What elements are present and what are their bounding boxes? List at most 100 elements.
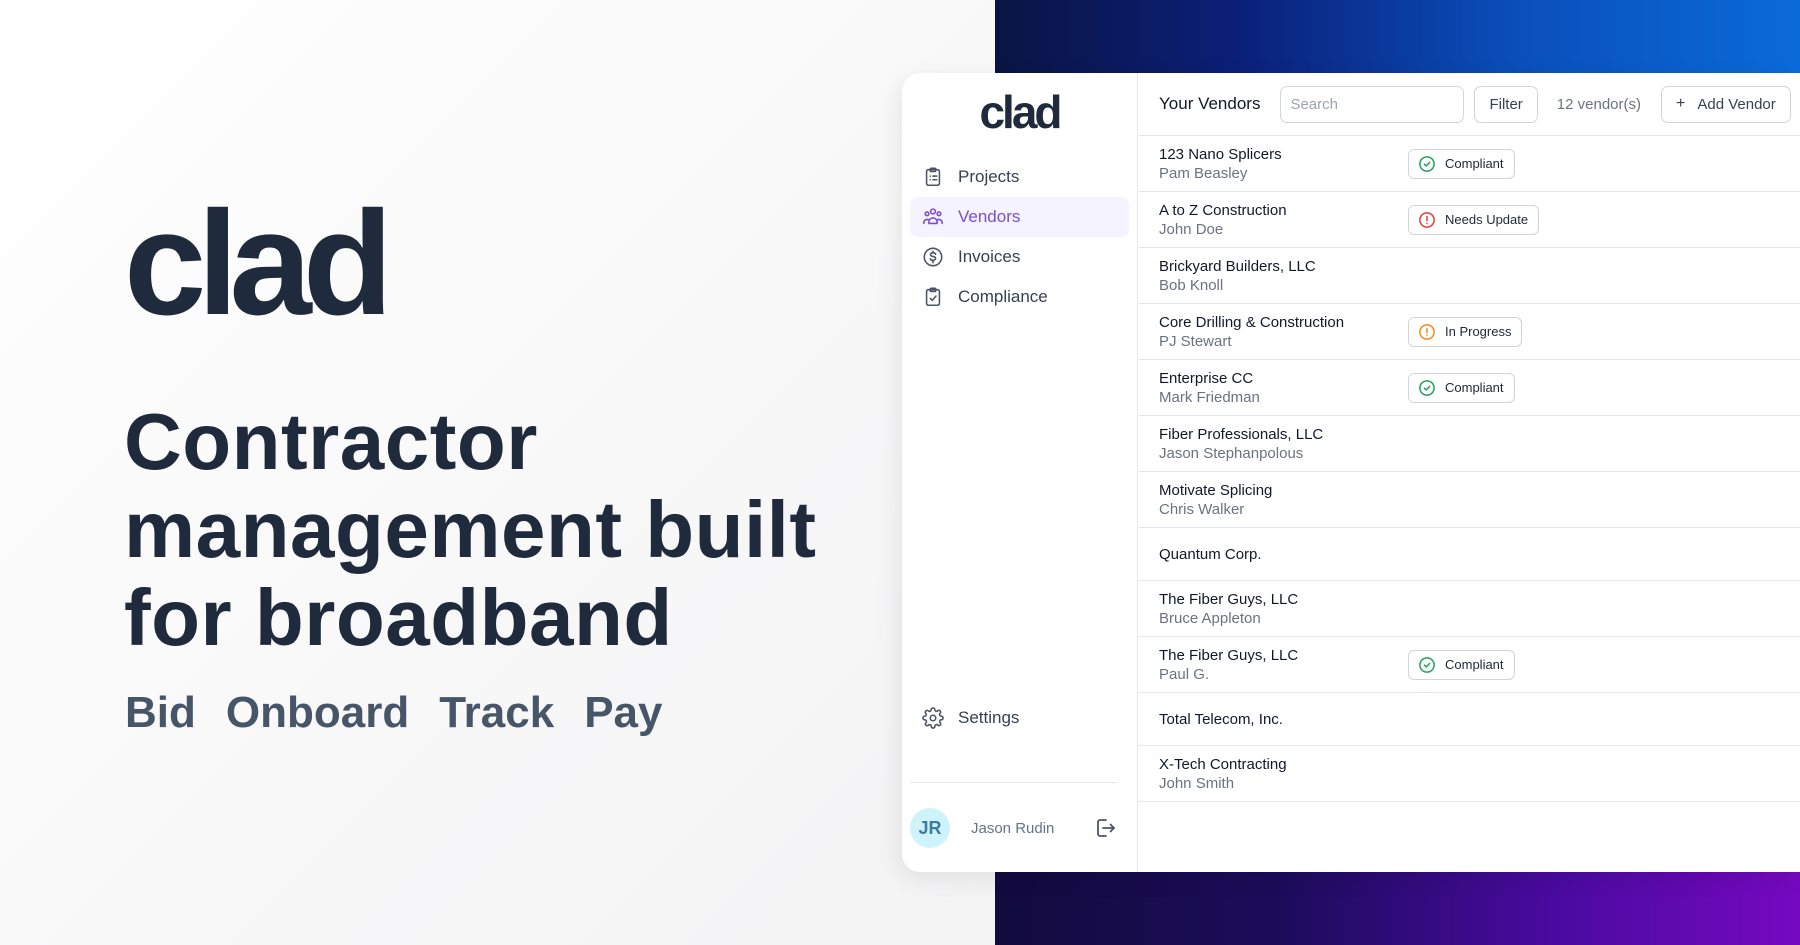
user-profile: JR Jason Rudin [910,808,1129,848]
vendor-info: Quantum Corp. [1159,545,1409,564]
check-circle-icon [1418,379,1445,397]
search-input[interactable] [1280,85,1465,123]
dollar-circle-icon [922,246,944,268]
table-row[interactable]: The Fiber Guys, LLC Bruce Appleton [1138,581,1800,637]
vendor-name: Core Drilling & Construction [1159,313,1345,331]
table-row[interactable]: 123 Nano Splicers Pam Beasley Compliant [1138,136,1800,192]
alert-circle-icon [1418,211,1445,229]
vendor-count: 12 vendor(s) [1556,95,1642,113]
vendor-info: Fiber Professionals, LLC Jason Stephanpol… [1159,425,1409,463]
sidebar-nav: Projects Vendors Invoices Compliance [902,143,1137,317]
avatar[interactable]: JR [910,808,950,848]
vendor-info: A to Z Construction John Doe [1159,201,1409,239]
logout-icon[interactable] [1093,816,1117,840]
sidebar-item-label: Settings [958,708,1020,727]
hero-logo: clad [124,181,393,346]
vendor-contact: Jason Stephanpolous [1159,444,1304,462]
check-circle-icon [1418,656,1445,674]
vendor-contact: John Doe [1159,220,1224,238]
table-row[interactable]: Total Telecom, Inc. [1138,693,1800,746]
sidebar-item-label: Invoices [958,247,1021,266]
hero-tag-onboard: Onboard [225,688,410,737]
clipboard-list-icon [922,166,944,188]
vendor-info: X-Tech Contracting John Smith [1159,755,1409,793]
table-row[interactable]: X-Tech Contracting John Smith [1138,746,1800,802]
vendor-contact: Pam Beasley [1159,164,1248,182]
sidebar-item-invoices[interactable]: Invoices [910,237,1129,277]
vendor-contact: Chris Walker [1159,500,1245,518]
filter-button[interactable]: Filter [1474,85,1538,123]
vendor-contact: Bruce Appleton [1159,609,1261,627]
users-icon [922,206,944,228]
app-window: clad Projects Vendors Invoices Complianc… [902,73,1800,872]
status-label: Compliant [1445,657,1504,672]
status-badge: Compliant [1408,649,1515,680]
check-circle-icon [1418,155,1445,173]
vendor-info: Enterprise CC Mark Friedman [1159,369,1409,407]
status-label: Compliant [1445,380,1504,395]
table-row[interactable]: The Fiber Guys, LLC Paul G. Compliant [1138,637,1800,693]
status-badge: In Progress [1408,316,1523,347]
hero-tag-pay: Pay [584,688,663,737]
vendor-name: Total Telecom, Inc. [1159,710,1283,728]
vendor-info: Motivate Splicing Chris Walker [1159,481,1409,519]
background-gradient-bottom [995,872,1800,945]
settings-section: Settings [910,698,1129,738]
table-row[interactable]: A to Z Construction John Doe Needs Update [1138,192,1800,248]
plus-icon: + [1676,95,1686,112]
vendor-contact: PJ Stewart [1159,332,1232,350]
vendor-name: Motivate Splicing [1159,481,1273,499]
vendor-contact: Mark Friedman [1159,388,1260,406]
alert-circle-icon [1418,323,1445,341]
vendor-name: A to Z Construction [1159,201,1287,219]
vendor-info: The Fiber Guys, LLC Paul G. [1159,646,1409,684]
status-badge: Compliant [1408,148,1515,179]
vendor-name: Fiber Professionals, LLC [1159,425,1324,443]
toolbar: Your Vendors Filter 12 vendor(s) + Add V… [1138,73,1800,136]
status-label: Compliant [1445,156,1504,171]
vendor-contact: Paul G. [1159,665,1210,683]
vendor-info: Brickyard Builders, LLC Bob Knoll [1159,257,1409,295]
hero-tag-track: Track [439,688,555,737]
sidebar-item-vendors[interactable]: Vendors [910,197,1129,237]
sidebar-item-label: Vendors [958,207,1021,226]
sidebar-item-compliance[interactable]: Compliance [910,277,1129,317]
table-row[interactable]: Brickyard Builders, LLC Bob Knoll [1138,248,1800,304]
vendor-list: 123 Nano Splicers Pam Beasley Compliant A t… [1138,136,1800,802]
vendor-info: The Fiber Guys, LLC Bruce Appleton [1159,590,1409,628]
gear-icon [922,707,944,729]
hero-tag-bid: Bid [125,688,196,737]
vendor-info: 123 Nano Splicers Pam Beasley [1159,145,1409,183]
table-row[interactable]: Motivate Splicing Chris Walker [1138,472,1800,528]
sidebar: clad Projects Vendors Invoices Complianc… [902,73,1138,872]
page-title: Your Vendors [1159,94,1261,113]
hero-headline: Contractor management built for broadban… [124,397,817,662]
vendor-name: Brickyard Builders, LLC [1159,257,1316,275]
add-vendor-button[interactable]: + Add Vendor [1661,85,1791,123]
status-label: Needs Update [1445,212,1529,227]
vendor-name: The Fiber Guys, LLC [1159,646,1299,664]
vendor-name: The Fiber Guys, LLC [1159,590,1299,608]
vendor-name: Quantum Corp. [1159,545,1262,563]
vendor-contact: John Smith [1159,774,1235,792]
add-vendor-label: Add Vendor [1697,95,1776,113]
clipboard-check-icon [922,286,944,308]
vendor-name: X-Tech Contracting [1159,755,1287,773]
sidebar-divider [910,782,1117,783]
sidebar-item-projects[interactable]: Projects [910,157,1129,197]
vendor-name: 123 Nano Splicers [1159,145,1282,163]
table-row[interactable]: Core Drilling & Construction PJ Stewart In… [1138,304,1800,360]
sidebar-item-label: Compliance [958,287,1048,306]
table-row[interactable]: Fiber Professionals, LLC Jason Stephanpol… [1138,416,1800,472]
table-row[interactable]: Quantum Corp. [1138,528,1800,581]
hero-tags: Bid Onboard Track Pay [125,688,663,738]
vendor-info: Total Telecom, Inc. [1159,710,1409,729]
vendor-info: Core Drilling & Construction PJ Stewart [1159,313,1409,351]
sidebar-logo[interactable]: clad [902,73,1137,143]
main-panel: Your Vendors Filter 12 vendor(s) + Add V… [1138,73,1800,872]
table-row[interactable]: Enterprise CC Mark Friedman Compliant [1138,360,1800,416]
status-badge: Compliant [1408,372,1515,403]
background-gradient-top [995,0,1800,73]
sidebar-item-settings[interactable]: Settings [910,698,1129,738]
vendor-name: Enterprise CC [1159,369,1254,387]
